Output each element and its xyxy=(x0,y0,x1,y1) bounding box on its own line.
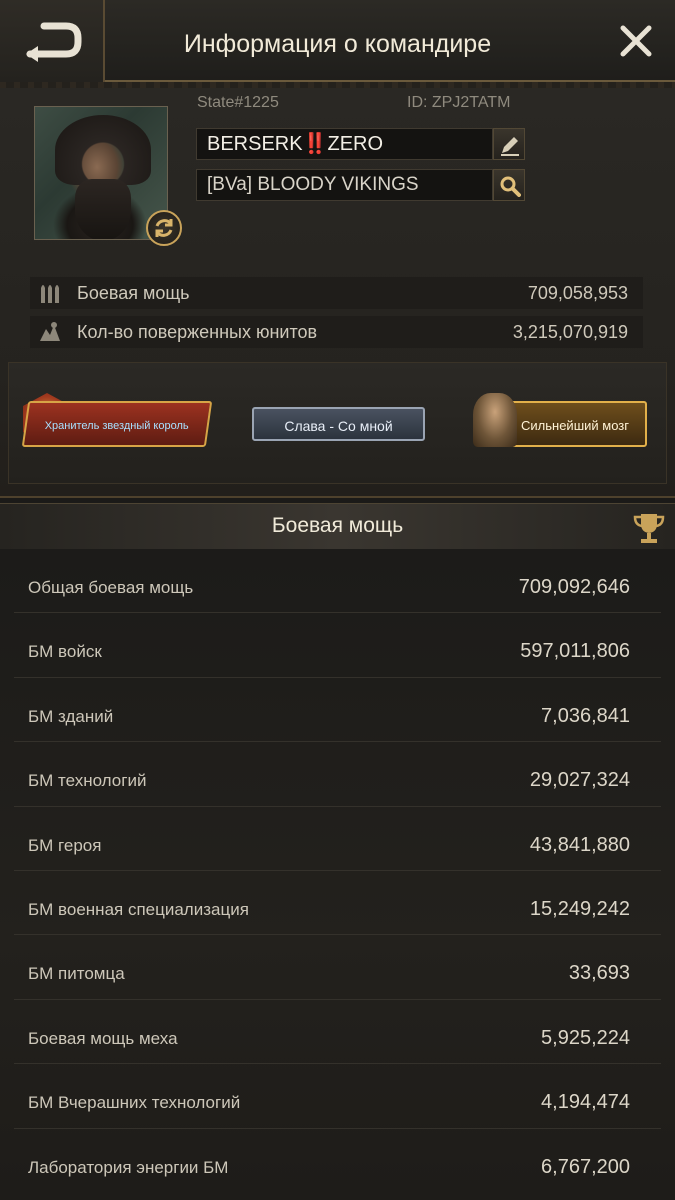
magnifier-icon xyxy=(500,176,521,197)
titles-strip: Хранитель звездный король Слава - Со мно… xyxy=(8,362,667,484)
list-item: БМ героя 43,841,880 xyxy=(14,807,661,871)
name-prefix: BERSERK xyxy=(207,133,303,155)
page-title: Информация о командире xyxy=(183,30,492,58)
close-button[interactable] xyxy=(619,24,653,58)
list-item: БМ технологий 29,027,324 xyxy=(14,742,661,807)
edit-name-button[interactable] xyxy=(493,128,525,160)
commander-id: ID: ZPJ2TATM xyxy=(407,94,511,111)
list-item: БМ Вчерашних технологий 4,194,474 xyxy=(14,1064,661,1129)
back-arrow-icon xyxy=(26,22,82,62)
title-badge-star-king[interactable]: Хранитель звездный король xyxy=(21,401,213,447)
change-avatar-button[interactable] xyxy=(146,210,182,246)
list-item: БМ питомца 33,693 xyxy=(14,935,661,1000)
top-bar: Информация о командире xyxy=(0,0,675,82)
title-label: Хранитель звездный король xyxy=(44,420,189,432)
commander-name-field: BERSERK‼️ZERO xyxy=(196,128,493,160)
soldier-portrait-icon xyxy=(473,393,517,447)
avatar-beard xyxy=(75,179,131,239)
title-badge-glory[interactable]: Слава - Со мной xyxy=(252,407,425,441)
section-title: Боевая мощь xyxy=(271,514,404,537)
stat-value: 709,058,953 xyxy=(527,283,628,303)
alliance-field: [BVa] BLOODY VIKINGS xyxy=(196,169,493,201)
list-item: Общая боевая мощь 709,092,646 xyxy=(14,549,661,614)
stat-row-power: Боевая мощь 709,058,953 xyxy=(30,277,643,309)
stat-label: Боевая мощь xyxy=(77,283,190,303)
name-suffix: ZERO xyxy=(327,133,384,155)
section-header: Боевая мощь xyxy=(0,503,675,549)
list-item: БМ военная специализация 15,249,242 xyxy=(14,871,661,936)
stat-label: Кол-во поверженных юнитов xyxy=(77,322,318,342)
list-item: БМ зданий 7,036,841 xyxy=(14,678,661,743)
trophy-icon[interactable] xyxy=(631,510,667,546)
list-item: БМ войск 597,011,806 xyxy=(14,613,661,678)
commander-profile-panel: State#1225 ID: ZPJ2TATM BERSERK‼️ZERO [B… xyxy=(0,88,675,498)
power-breakdown-list: Общая боевая мощь 709,092,646 БМ войск 5… xyxy=(0,549,675,1200)
refresh-icon xyxy=(155,219,173,237)
defeated-units-icon xyxy=(40,322,60,341)
alliance-search-button[interactable] xyxy=(493,169,525,201)
stat-row-defeated-units: Кол-во поверженных юнитов 3,215,070,919 xyxy=(30,316,643,348)
stat-value: 3,215,070,919 xyxy=(512,322,628,342)
ammo-icon xyxy=(41,285,59,303)
pencil-icon xyxy=(501,137,519,156)
list-item: Лаборатория энергии БМ 6,767,200 xyxy=(14,1129,661,1193)
state-number: State#1225 xyxy=(197,94,279,111)
power-value: 6,767,200 xyxy=(541,1155,630,1178)
close-icon xyxy=(620,25,652,57)
double-exclamation-mark: ‼️ xyxy=(302,133,328,155)
list-item: Боевая мощь меха 5,925,224 xyxy=(14,1000,661,1065)
avatar-hair xyxy=(55,115,151,185)
power-label: Лаборатория энергии БМ xyxy=(28,1157,229,1177)
back-button[interactable] xyxy=(0,0,105,82)
